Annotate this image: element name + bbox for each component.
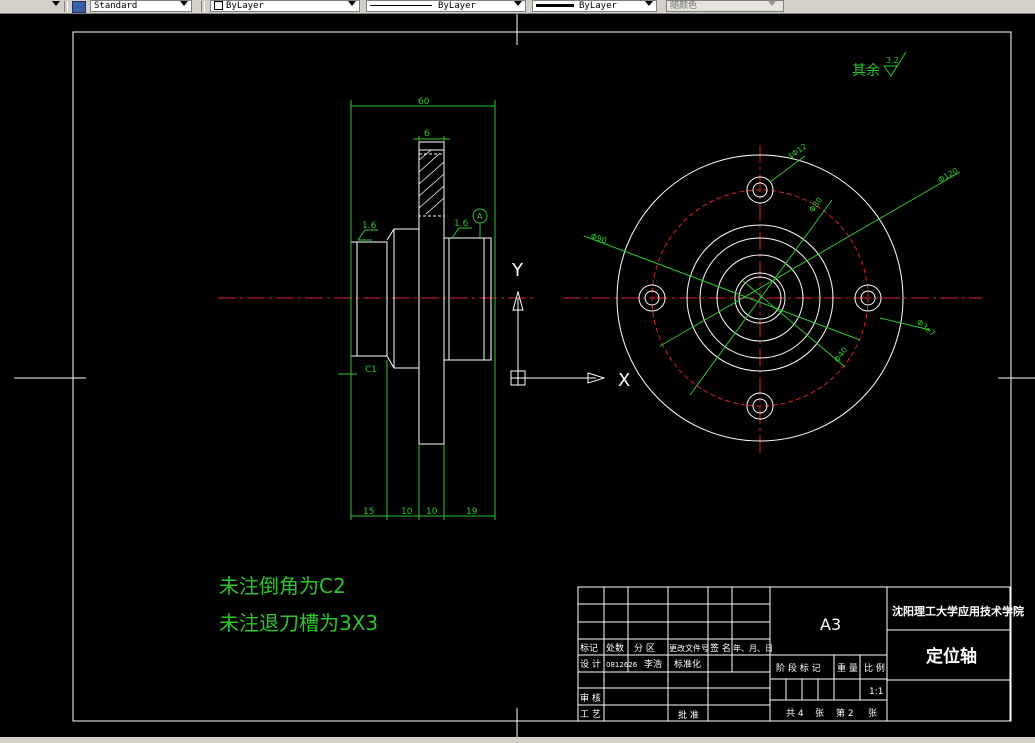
tb-sheets-unit2: 张 [868,708,877,719]
color-swatch-icon [214,1,223,10]
chevron-down-icon[interactable] [514,1,522,6]
tb-hdr-sign: 签 名 [710,642,731,654]
tb-sheets-total: 共 4 [786,708,804,719]
linetype-sample-icon [370,5,432,6]
dim-seg-3: 10 [426,507,438,517]
drawing-canvas[interactable]: 其余 3.2 60 6 1.6 1.6 A C1 15 10 10 19 Y X… [0,14,1035,737]
roughness-other-symbol: 其余 3.2 [852,51,907,79]
lineweight-value: ByLayer [579,1,617,11]
dim-outer: Φ120 [937,166,960,185]
tb-part-name: 定位轴 [926,646,977,667]
tb-hdr-date: 年、月、日 [733,643,773,653]
tb-hdr-mark: 标记 [580,642,598,654]
tb-audit: 审 核 [580,692,601,704]
tb-craft: 工 艺 [580,709,601,720]
lineweight-sample-icon [536,4,574,7]
tb-sheet-size: A3 [820,615,841,634]
toolbar-separator [201,1,205,12]
text-style-select[interactable]: Standard [90,0,192,12]
tb-school: 沈阳理工大学应用技术学院 [892,604,1024,618]
dim-total-length: 60 [418,97,430,107]
tb-stage: 阶 段 标 记 [776,662,821,674]
ucs-icon[interactable] [510,290,606,386]
dim-d3: Φ3e7 [915,318,937,339]
color-value: 随颜色 [670,1,698,11]
roughness-other-label: 其余 [852,62,880,79]
dim-seg-4: 19 [466,507,478,517]
chevron-down-icon[interactable] [348,1,356,6]
status-strip [0,737,1035,743]
section-hatch [418,149,445,215]
dim-d2: Φ40 [832,346,849,365]
tb-scale: 1:1 [869,687,883,697]
roughness-other-value: 3.2 [886,56,899,65]
tb-hdr-count: 处数 [606,642,624,654]
dim-flange-width: 6 [424,129,430,139]
note-groove: 未注退刀槽为3X3 [219,611,378,635]
layer-select[interactable]: ByLayer [210,0,360,12]
color-select[interactable]: 随颜色 [666,0,784,12]
tb-sheets-unit1: 张 [815,708,824,719]
tb-weight: 重 量 [837,662,858,674]
tb-scale-hdr: 比 例 [864,662,885,674]
dim-seg-1: 15 [363,507,374,517]
note-chamfer: 未注倒角为C2 [219,574,346,598]
roughness-left: 1.6 [362,221,377,231]
chevron-down-icon[interactable] [52,1,60,6]
tb-hdr-doc: 更改文件号 [669,643,709,653]
front-view: 4Φ12 Φ80 Φ120 Φ90 Φ40 Φ3e7 [563,142,982,455]
properties-toolbar: Standard ByLayer ByLayer ByLayer 随颜色 [0,0,1035,14]
ucs-y-label: Y [511,260,524,281]
chevron-down-icon[interactable] [180,1,188,6]
roughness-right: 1.6 [454,219,469,229]
datum-label: A [477,212,483,221]
tb-standard: 标准化 [674,658,701,670]
linetype-select[interactable]: ByLayer [366,0,526,12]
tb-approve: 批 准 [678,709,699,721]
tb-designer: 李浩 [644,658,662,670]
linetype-value: ByLayer [438,1,476,11]
layer-value: ByLayer [226,1,264,11]
tb-hdr-zone: 分 区 [634,643,655,654]
dim-d1: Φ90 [589,231,608,245]
toolbar-separator [64,1,68,12]
tb-sheet-no: 第 2 [836,707,854,719]
tb-design-label: 设 计 [580,658,601,670]
tb-design-id: 0812626 [606,661,638,669]
title-block: 标记 处数 分 区 更改文件号 签 名 年、月、日 设 计 0812626 李浩… [577,586,1024,722]
chevron-down-icon[interactable] [645,1,653,6]
text-style-icon[interactable] [72,1,86,13]
ucs-x-label: X [618,370,630,391]
text-style-value: Standard [94,1,138,11]
dim-seg-2: 10 [401,507,413,517]
dim-pcd: Φ80 [807,196,824,215]
chevron-down-icon[interactable] [768,1,776,6]
side-view: 60 6 1.6 1.6 A C1 15 10 10 19 [218,97,535,520]
dim-hole: 4Φ12 [786,142,809,162]
dim-chamfer: C1 [365,365,377,375]
lineweight-select[interactable]: ByLayer [532,0,657,12]
